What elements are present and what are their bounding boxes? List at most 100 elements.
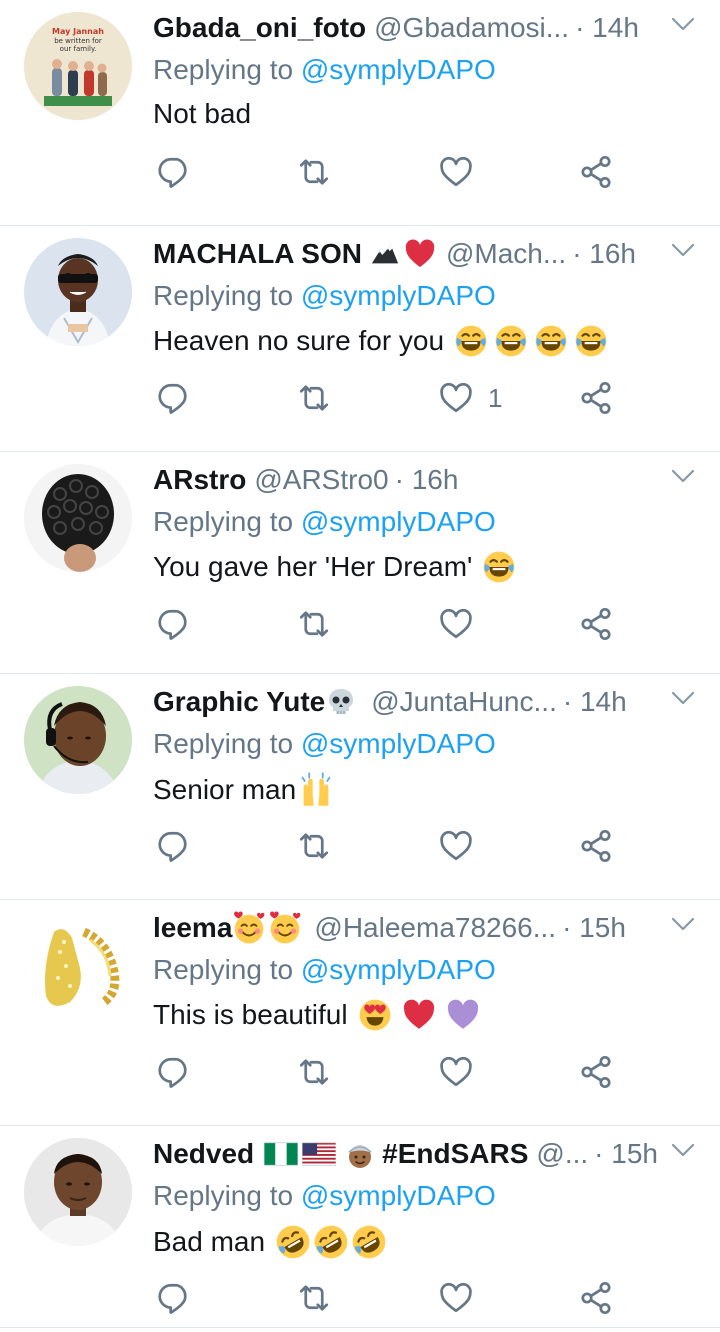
reply-icon — [156, 154, 192, 190]
laughing-tears-emoji-icon — [454, 324, 488, 358]
replying-to: Replying to @symplyDAPO — [153, 728, 496, 760]
share-icon — [578, 828, 614, 864]
retweet-button[interactable] — [296, 818, 332, 874]
retweet-button[interactable] — [296, 1044, 332, 1100]
display-name[interactable]: Graphic Yute — [153, 686, 325, 718]
display-name[interactable]: Gbada_oni_foto — [153, 12, 366, 44]
share-button[interactable] — [578, 818, 614, 874]
replying-prefix: Replying to — [153, 506, 294, 537]
share-button[interactable] — [578, 144, 614, 200]
reply-icon — [156, 606, 192, 642]
tweet-body: This is beautiful — [153, 999, 348, 1030]
replying-prefix: Replying to — [153, 728, 294, 759]
red-heart-emoji-icon — [404, 238, 436, 270]
laughing-tears-emoji-icon — [534, 324, 568, 358]
user-handle[interactable]: @... — [536, 1138, 588, 1170]
replying-prefix: Replying to — [153, 1180, 294, 1211]
reply-button[interactable] — [156, 596, 192, 652]
user-handle[interactable]: @Gbadamosi... — [374, 12, 569, 44]
like-button[interactable] — [438, 1044, 488, 1100]
mention-link[interactable]: @symplyDAPO — [301, 1180, 496, 1211]
share-button[interactable] — [578, 1044, 614, 1100]
reply-tweet[interactable]: ARstro @ARStro0 · 16h Replying to @sympl… — [0, 452, 720, 674]
like-count: 1 — [488, 382, 503, 413]
avatar[interactable] — [24, 238, 132, 346]
like-button[interactable] — [438, 144, 488, 200]
timestamp[interactable]: · 16h — [395, 464, 459, 496]
timestamp[interactable]: · 15h — [562, 912, 626, 944]
nigeria-flag-icon — [264, 1142, 298, 1166]
replying-to: Replying to @symplyDAPO — [153, 280, 496, 312]
user-handle[interactable]: @JuntaHunc... — [371, 686, 557, 718]
action-bar — [150, 1044, 620, 1100]
tweet-body: Not bad — [153, 98, 252, 129]
avatar[interactable]: May Jannah be written for our family. — [24, 12, 132, 120]
timestamp[interactable]: · 15h — [594, 1138, 658, 1170]
smiling-hearts-emoji-icon — [268, 911, 302, 945]
avatar[interactable] — [24, 1138, 132, 1246]
caret-down-icon[interactable] — [670, 914, 696, 934]
reply-tweet[interactable]: MACHALA SON @Mach... · 16h Replying to @… — [0, 226, 720, 452]
avatar[interactable] — [24, 912, 132, 1020]
reply-button[interactable] — [156, 370, 192, 426]
reply-button[interactable] — [156, 1270, 192, 1326]
like-icon — [438, 1280, 474, 1316]
reply-tweet[interactable]: Nedved #EndSARS @... · 15h Replying to @… — [0, 1126, 720, 1328]
reply-icon — [156, 380, 192, 416]
caret-down-icon[interactable] — [670, 14, 696, 34]
timestamp[interactable]: · 14h — [575, 12, 639, 44]
laughing-tears-emoji-icon — [494, 324, 528, 358]
mention-link[interactable]: @symplyDAPO — [301, 506, 496, 537]
share-button[interactable] — [578, 370, 614, 426]
reply-button[interactable] — [156, 818, 192, 874]
caret-down-icon[interactable] — [670, 688, 696, 708]
like-button[interactable] — [438, 1270, 488, 1326]
mention-link[interactable]: @symplyDAPO — [301, 280, 496, 311]
retweet-button[interactable] — [296, 144, 332, 200]
caret-down-icon[interactable] — [670, 240, 696, 260]
share-button[interactable] — [578, 1270, 614, 1326]
share-icon — [578, 606, 614, 642]
retweet-icon — [296, 1280, 332, 1316]
share-button[interactable] — [578, 596, 614, 652]
like-icon — [438, 828, 474, 864]
tweet-text: Bad man — [153, 1224, 387, 1260]
user-handle[interactable]: @ARStro0 — [254, 464, 388, 496]
skull-emoji-icon — [325, 686, 357, 718]
rolling-laughing-emoji-icon — [351, 1224, 387, 1260]
retweet-button[interactable] — [296, 1270, 332, 1326]
retweet-button[interactable] — [296, 370, 332, 426]
reply-tweet[interactable]: leema @Haleema78266... · 15h Replying to… — [0, 900, 720, 1126]
timestamp[interactable]: · 16h — [572, 238, 636, 270]
reply-tweet[interactable]: Graphic Yute @JuntaHunc... · 14h Replyin… — [0, 674, 720, 900]
tweet-text: Senior man — [153, 772, 334, 808]
mention-link[interactable]: @symplyDAPO — [301, 54, 496, 85]
red-heart-emoji-icon — [402, 998, 436, 1032]
like-icon — [438, 380, 474, 416]
reply-tweet[interactable]: May Jannah be written for our family. Gb… — [0, 0, 720, 226]
timestamp[interactable]: · 14h — [563, 686, 627, 718]
reply-icon — [156, 1280, 192, 1316]
display-name[interactable]: ARstro — [153, 464, 246, 496]
mention-link[interactable]: @symplyDAPO — [301, 728, 496, 759]
display-name[interactable]: leema — [153, 912, 232, 944]
caret-down-icon[interactable] — [670, 1140, 696, 1160]
avatar[interactable] — [24, 686, 132, 794]
tweet-header: leema @Haleema78266... · 15h — [153, 910, 696, 946]
caret-down-icon[interactable] — [670, 466, 696, 486]
avatar[interactable] — [24, 464, 132, 572]
reply-button[interactable] — [156, 1044, 192, 1100]
reply-button[interactable] — [156, 144, 192, 200]
retweet-button[interactable] — [296, 596, 332, 652]
display-name[interactable]: MACHALA SON — [153, 238, 362, 270]
user-handle[interactable]: @Mach... — [446, 238, 566, 270]
display-name[interactable]: Nedved — [153, 1138, 254, 1170]
share-icon — [578, 1280, 614, 1316]
mention-link[interactable]: @symplyDAPO — [301, 954, 496, 985]
like-icon — [438, 154, 474, 190]
replying-to: Replying to @symplyDAPO — [153, 1180, 496, 1212]
user-handle[interactable]: @Haleema78266... — [314, 912, 556, 944]
like-button[interactable] — [438, 818, 488, 874]
like-button[interactable]: 1 — [438, 370, 502, 426]
like-button[interactable] — [438, 596, 488, 652]
